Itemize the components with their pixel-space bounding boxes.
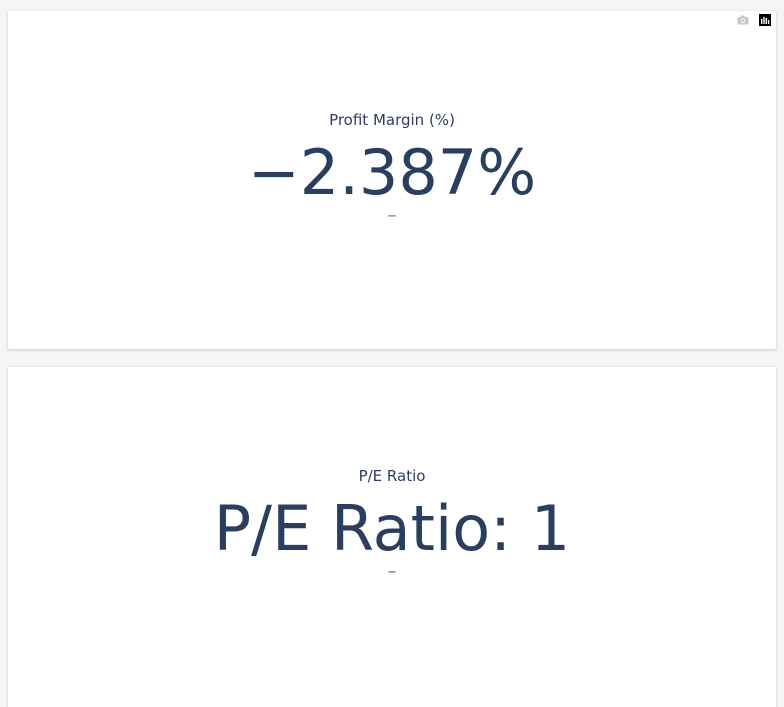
- camera-icon[interactable]: [737, 14, 749, 26]
- indicator-value: P/E Ratio: 1: [213, 492, 571, 565]
- indicator-card-pe-ratio: P/E Ratio P/E Ratio: 1 –: [8, 367, 776, 707]
- indicator-title: P/E Ratio: [358, 467, 426, 485]
- modebar: [737, 14, 771, 26]
- indicator-value: −2.387%: [247, 136, 537, 209]
- indicator-title: Profit Margin (%): [329, 111, 455, 129]
- indicator-card-profit-margin: Profit Margin (%) −2.387% –: [8, 11, 776, 349]
- plotly-logo-icon[interactable]: [759, 14, 771, 26]
- indicator-delta: –: [387, 205, 397, 226]
- indicator-delta: –: [387, 561, 397, 582]
